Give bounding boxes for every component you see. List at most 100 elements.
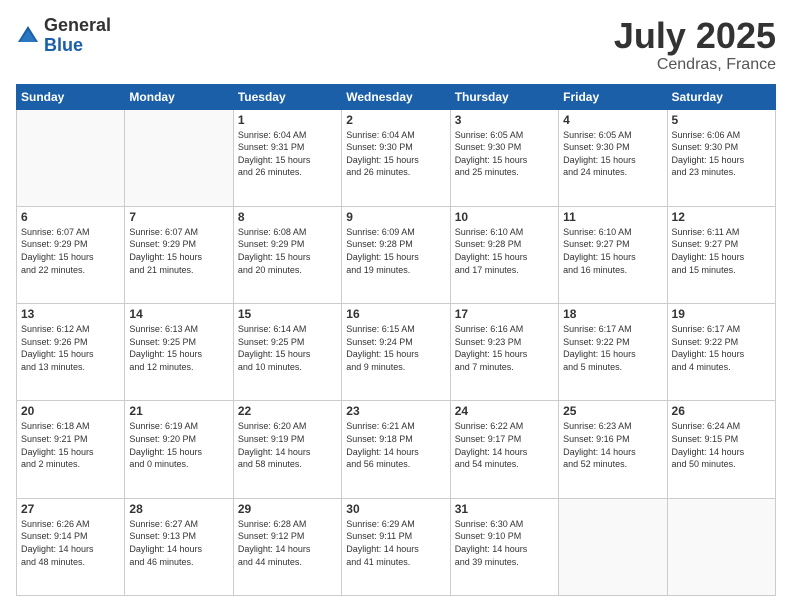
calendar-cell: 11 Sunrise: 6:10 AM Sunset: 9:27 PM Dayli… [559,206,667,303]
calendar-header-tuesday: Tuesday [233,84,341,109]
day-number: 21 [129,404,228,418]
day-info: Sunrise: 6:09 AM Sunset: 9:28 PM Dayligh… [346,226,445,276]
calendar-cell: 10 Sunrise: 6:10 AM Sunset: 9:28 PM Dayli… [450,206,558,303]
day-number: 10 [455,210,554,224]
logo-general: General [44,16,111,36]
day-info: Sunrise: 6:10 AM Sunset: 9:27 PM Dayligh… [563,226,662,276]
day-info: Sunrise: 6:06 AM Sunset: 9:30 PM Dayligh… [672,129,771,179]
calendar-cell: 14 Sunrise: 6:13 AM Sunset: 9:25 PM Dayli… [125,304,233,401]
day-number: 8 [238,210,337,224]
day-info: Sunrise: 6:19 AM Sunset: 9:20 PM Dayligh… [129,420,228,470]
day-info: Sunrise: 6:18 AM Sunset: 9:21 PM Dayligh… [21,420,120,470]
day-info: Sunrise: 6:04 AM Sunset: 9:31 PM Dayligh… [238,129,337,179]
day-number: 16 [346,307,445,321]
day-info: Sunrise: 6:28 AM Sunset: 9:12 PM Dayligh… [238,518,337,568]
calendar-header-sunday: Sunday [17,84,125,109]
day-info: Sunrise: 6:05 AM Sunset: 9:30 PM Dayligh… [455,129,554,179]
day-number: 12 [672,210,771,224]
calendar-cell: 22 Sunrise: 6:20 AM Sunset: 9:19 PM Dayli… [233,401,341,498]
calendar-header-saturday: Saturday [667,84,775,109]
day-number: 4 [563,113,662,127]
day-info: Sunrise: 6:07 AM Sunset: 9:29 PM Dayligh… [21,226,120,276]
logo-text: General Blue [44,16,111,56]
day-number: 3 [455,113,554,127]
day-number: 30 [346,502,445,516]
calendar-header-thursday: Thursday [450,84,558,109]
day-info: Sunrise: 6:12 AM Sunset: 9:26 PM Dayligh… [21,323,120,373]
header: General Blue July 2025 Cendras, France [16,16,776,74]
calendar-week-4: 27Sunrise: 6:26 AM Sunset: 9:14 PM Dayli… [17,498,776,595]
day-number: 5 [672,113,771,127]
calendar-cell: 18 Sunrise: 6:17 AM Sunset: 9:22 PM Dayli… [559,304,667,401]
day-number: 1 [238,113,337,127]
calendar-cell [667,498,775,595]
day-number: 11 [563,210,662,224]
day-info: Sunrise: 6:22 AM Sunset: 9:17 PM Dayligh… [455,420,554,470]
calendar-cell: 8 Sunrise: 6:08 AM Sunset: 9:29 PM Daylig… [233,206,341,303]
calendar-cell: 5 Sunrise: 6:06 AM Sunset: 9:30 PM Daylig… [667,109,775,206]
day-number: 18 [563,307,662,321]
day-info: Sunrise: 6:23 AM Sunset: 9:16 PM Dayligh… [563,420,662,470]
day-number: 26 [672,404,771,418]
calendar-cell: 26 Sunrise: 6:24 AM Sunset: 9:15 PM Dayli… [667,401,775,498]
day-info: Sunrise: 6:26 AM Sunset: 9:14 PM Dayligh… [21,518,120,568]
calendar-cell: 29 Sunrise: 6:28 AM Sunset: 9:12 PM Dayli… [233,498,341,595]
calendar-table: SundayMondayTuesdayWednesdayThursdayFrid… [16,84,776,596]
calendar-cell: 21 Sunrise: 6:19 AM Sunset: 9:20 PM Dayli… [125,401,233,498]
calendar-cell: 20 Sunrise: 6:18 AM Sunset: 9:21 PM Dayli… [17,401,125,498]
calendar-header-monday: Monday [125,84,233,109]
day-number: 2 [346,113,445,127]
calendar-header-friday: Friday [559,84,667,109]
day-number: 6 [21,210,120,224]
day-info: Sunrise: 6:04 AM Sunset: 9:30 PM Dayligh… [346,129,445,179]
day-info: Sunrise: 6:27 AM Sunset: 9:13 PM Dayligh… [129,518,228,568]
calendar-cell: 4Sunrise: 6:05 AM Sunset: 9:30 PM Daylig… [559,109,667,206]
day-number: 22 [238,404,337,418]
calendar-cell: 9 Sunrise: 6:09 AM Sunset: 9:28 PM Daylig… [342,206,450,303]
title-block: July 2025 Cendras, France [614,16,776,74]
calendar-cell: 6 Sunrise: 6:07 AM Sunset: 9:29 PM Daylig… [17,206,125,303]
day-number: 20 [21,404,120,418]
calendar-cell: 25 Sunrise: 6:23 AM Sunset: 9:16 PM Dayli… [559,401,667,498]
day-info: Sunrise: 6:08 AM Sunset: 9:29 PM Dayligh… [238,226,337,276]
day-info: Sunrise: 6:11 AM Sunset: 9:27 PM Dayligh… [672,226,771,276]
calendar-week-3: 20 Sunrise: 6:18 AM Sunset: 9:21 PM Dayli… [17,401,776,498]
day-number: 17 [455,307,554,321]
calendar-week-0: 1 Sunrise: 6:04 AM Sunset: 9:31 PM Daylig… [17,109,776,206]
calendar-cell: 27Sunrise: 6:26 AM Sunset: 9:14 PM Dayli… [17,498,125,595]
calendar-cell: 28Sunrise: 6:27 AM Sunset: 9:13 PM Dayli… [125,498,233,595]
day-info: Sunrise: 6:13 AM Sunset: 9:25 PM Dayligh… [129,323,228,373]
logo-blue: Blue [44,36,111,56]
calendar-cell: 3 Sunrise: 6:05 AM Sunset: 9:30 PM Daylig… [450,109,558,206]
logo-icon [16,24,40,48]
calendar-week-2: 13Sunrise: 6:12 AM Sunset: 9:26 PM Dayli… [17,304,776,401]
day-info: Sunrise: 6:15 AM Sunset: 9:24 PM Dayligh… [346,323,445,373]
day-number: 29 [238,502,337,516]
page: General Blue July 2025 Cendras, France S… [0,0,792,612]
day-number: 7 [129,210,228,224]
day-info: Sunrise: 6:30 AM Sunset: 9:10 PM Dayligh… [455,518,554,568]
day-number: 23 [346,404,445,418]
day-info: Sunrise: 6:17 AM Sunset: 9:22 PM Dayligh… [563,323,662,373]
calendar-cell: 17Sunrise: 6:16 AM Sunset: 9:23 PM Dayli… [450,304,558,401]
calendar-cell: 30 Sunrise: 6:29 AM Sunset: 9:11 PM Dayli… [342,498,450,595]
day-number: 9 [346,210,445,224]
calendar-cell: 13Sunrise: 6:12 AM Sunset: 9:26 PM Dayli… [17,304,125,401]
logo: General Blue [16,16,111,56]
day-info: Sunrise: 6:29 AM Sunset: 9:11 PM Dayligh… [346,518,445,568]
calendar-week-1: 6 Sunrise: 6:07 AM Sunset: 9:29 PM Daylig… [17,206,776,303]
calendar-cell: 16 Sunrise: 6:15 AM Sunset: 9:24 PM Dayli… [342,304,450,401]
day-info: Sunrise: 6:24 AM Sunset: 9:15 PM Dayligh… [672,420,771,470]
day-info: Sunrise: 6:20 AM Sunset: 9:19 PM Dayligh… [238,420,337,470]
calendar-cell: 31 Sunrise: 6:30 AM Sunset: 9:10 PM Dayli… [450,498,558,595]
calendar-cell: 1 Sunrise: 6:04 AM Sunset: 9:31 PM Daylig… [233,109,341,206]
day-number: 25 [563,404,662,418]
day-info: Sunrise: 6:10 AM Sunset: 9:28 PM Dayligh… [455,226,554,276]
day-number: 31 [455,502,554,516]
day-number: 14 [129,307,228,321]
calendar-header-wednesday: Wednesday [342,84,450,109]
day-number: 24 [455,404,554,418]
calendar-cell: 2 Sunrise: 6:04 AM Sunset: 9:30 PM Daylig… [342,109,450,206]
calendar-cell [125,109,233,206]
day-info: Sunrise: 6:17 AM Sunset: 9:22 PM Dayligh… [672,323,771,373]
